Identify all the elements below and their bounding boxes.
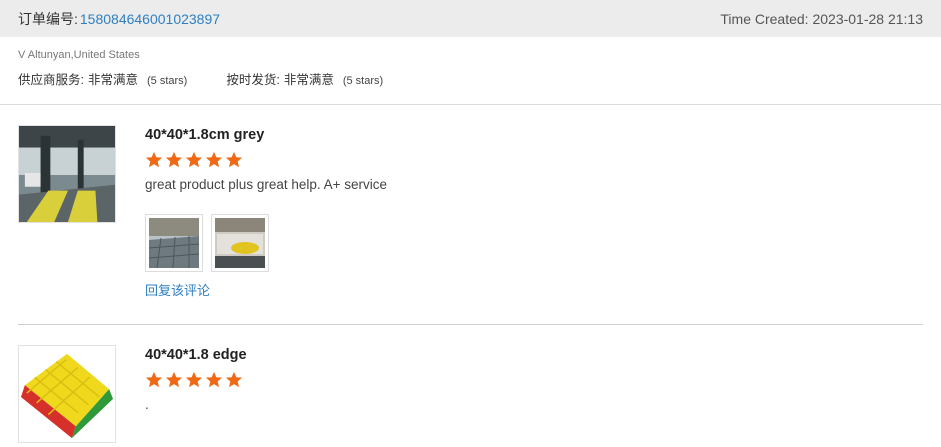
product-title: 40*40*1.8cm grey xyxy=(145,127,265,143)
review-comment: great product plus great help. A+ servic… xyxy=(145,177,388,192)
review-photos xyxy=(145,214,387,272)
rating-label: 供应商服务: xyxy=(18,73,84,87)
order-id-group: 订单编号: 15808464600102389​7 xyxy=(18,9,220,29)
rating-value: 非常满意 xyxy=(283,73,334,87)
buyer-name: V Altunyan,United States xyxy=(18,49,140,61)
product-title: 40*40*1.8 edge xyxy=(145,347,247,363)
order-number-label: 订单编号: xyxy=(18,10,78,27)
rating-value: 非常满意 xyxy=(87,73,138,87)
product-image[interactable] xyxy=(18,125,116,223)
product-image[interactable] xyxy=(18,345,116,443)
review-stars xyxy=(145,151,387,169)
star-icon xyxy=(205,151,223,168)
rating-on-time-shipping: 按时发货: 非常满意 (5 stars) xyxy=(226,69,383,88)
rating-note: (5 stars) xyxy=(342,75,384,87)
reply-to-review-link[interactable]: 回复该评论 xyxy=(145,280,387,299)
star-icon xyxy=(145,371,163,388)
order-number-link[interactable]: 15808464600102389​7 xyxy=(80,11,220,27)
star-icon xyxy=(185,371,203,388)
star-icon xyxy=(165,151,183,168)
star-icon xyxy=(165,371,183,388)
star-icon xyxy=(205,371,223,388)
review-stars xyxy=(145,371,247,389)
rating-label: 按时发货: xyxy=(226,73,280,87)
order-header: 订单编号: 15808464600102389​7 Time Created: 2… xyxy=(0,0,941,37)
store-ratings: 供应商服务: 非常满意 (5 stars) 按时发货: 非常满意 (5 star… xyxy=(18,69,923,88)
star-icon xyxy=(185,151,203,168)
review-item: 40*40*1.8cm grey great product plus grea… xyxy=(18,105,923,325)
star-icon xyxy=(225,151,243,168)
review-photo[interactable] xyxy=(211,214,269,272)
time-created: Time Created: 2023-01-28 21:13 xyxy=(720,10,923,27)
review-comment: . xyxy=(145,397,149,412)
buyer-info: V Altunyan,United States 供应商服务: 非常满意 (5 … xyxy=(0,37,941,105)
rating-supplier-service: 供应商服务: 非常满意 (5 stars) xyxy=(18,69,187,88)
rating-note: (5 stars) xyxy=(147,75,188,87)
star-icon xyxy=(145,151,163,168)
review-item: 40*40*1.8 edge . xyxy=(18,325,923,443)
star-icon xyxy=(225,371,243,388)
review-photo[interactable] xyxy=(145,214,203,272)
